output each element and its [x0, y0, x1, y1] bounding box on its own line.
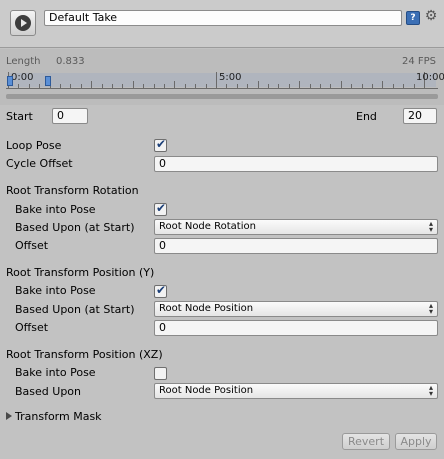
- ruler-tick: [236, 84, 238, 88]
- dropdown-arrows-icon: ▴ ▾: [428, 219, 433, 234]
- checkmark-icon: ✔: [156, 283, 167, 297]
- ruler-tick: [164, 84, 165, 88]
- ruler-tick: [132, 81, 134, 88]
- ruler-tick: [268, 84, 269, 88]
- foldout-arrow-icon[interactable]: [6, 412, 12, 420]
- ruler-tick: [278, 84, 280, 88]
- position-y-bake-label: Bake into Pose: [15, 284, 96, 297]
- rotation-bake-label: Bake into Pose: [15, 203, 96, 216]
- ruler-tick: [91, 81, 93, 88]
- position-y-offset-label: Offset: [15, 321, 49, 334]
- start-field[interactable]: 0: [52, 108, 88, 124]
- ruler-tick: [39, 84, 41, 88]
- checkmark-icon: ✔: [156, 201, 167, 215]
- ruler-tick: [122, 84, 124, 88]
- end-field[interactable]: 20: [403, 108, 437, 124]
- position-xz-bake-checkbox[interactable]: [154, 367, 167, 380]
- ruler-tick: [216, 72, 217, 88]
- position-xz-section-title: Root Transform Position (XZ): [6, 348, 163, 361]
- cycle-offset-field[interactable]: 0: [154, 156, 438, 172]
- revert-button[interactable]: Revert: [342, 433, 390, 450]
- timeline: Length 0.833 24 FPS 0:00 5:00 10:00: [0, 49, 444, 105]
- position-xz-based-upon-dropdown[interactable]: Root Node Position ▴ ▾: [154, 383, 438, 399]
- rotation-based-upon-label: Based Upon (at Start): [15, 221, 135, 234]
- start-label: Start: [6, 110, 33, 123]
- ruler-tick: [205, 84, 207, 88]
- ruler-tick: [330, 84, 332, 88]
- ruler-tick: [382, 81, 384, 88]
- ruler-tick: [320, 84, 321, 88]
- dropdown-arrows-icon: ▴ ▾: [428, 383, 433, 398]
- position-xz-based-upon-value: Root Node Position: [159, 385, 254, 396]
- ruler-tick: [70, 84, 72, 88]
- position-y-based-upon-label: Based Upon (at Start): [15, 303, 135, 316]
- ruler-tick: [257, 81, 259, 88]
- position-y-section-title: Root Transform Position (Y): [6, 266, 155, 279]
- ruler-tick: [413, 84, 415, 88]
- rotation-bake-checkbox[interactable]: ✔: [154, 201, 167, 216]
- gear-icon[interactable]: ⚙: [423, 8, 439, 24]
- position-xz-bake-label: Bake into Pose: [15, 366, 96, 379]
- ruler-tick: [372, 84, 373, 88]
- position-y-bake-checkbox[interactable]: ✔: [154, 283, 167, 298]
- rotation-based-upon-value: Root Node Rotation: [159, 221, 256, 232]
- ruler-tick: [174, 81, 176, 88]
- play-preview-button[interactable]: [10, 10, 36, 36]
- ruler-tick: [195, 84, 197, 88]
- ruler-tick-label: 5:00: [219, 72, 242, 83]
- ruler-tick: [153, 84, 155, 88]
- ruler-tick: [288, 84, 290, 88]
- rotation-based-upon-dropdown[interactable]: Root Node Rotation ▴ ▾: [154, 219, 438, 235]
- position-y-offset-field[interactable]: 0: [154, 320, 438, 336]
- ruler-tick: [340, 81, 342, 88]
- rotation-section-title: Root Transform Rotation: [6, 184, 139, 197]
- ruler-tick: [143, 84, 145, 88]
- ruler-tick: [247, 84, 249, 88]
- ruler-tick: [392, 84, 394, 88]
- end-marker[interactable]: [45, 76, 51, 86]
- apply-button[interactable]: Apply: [395, 433, 437, 450]
- transform-mask-foldout[interactable]: Transform Mask: [15, 410, 102, 423]
- ruler-tick: [18, 84, 20, 88]
- take-name-field[interactable]: Default Take: [44, 10, 402, 26]
- rotation-offset-field[interactable]: 0: [154, 238, 438, 254]
- loop-pose-label: Loop Pose: [6, 139, 62, 152]
- timeline-ruler[interactable]: 0:00 5:00 10:00: [6, 71, 444, 89]
- ruler-tick: [184, 84, 186, 88]
- ruler-tick: [299, 81, 301, 88]
- loop-pose-checkbox[interactable]: ✔: [154, 137, 167, 152]
- ruler-tick: [351, 84, 353, 88]
- timeline-scrollbar[interactable]: [6, 94, 438, 99]
- dropdown-arrows-icon: ▴ ▾: [428, 301, 433, 316]
- help-icon[interactable]: ?: [406, 11, 420, 25]
- ruler-tick-label: 10:00: [416, 72, 444, 83]
- fps-label: 24 FPS: [401, 56, 436, 67]
- ruler-tick: [60, 84, 61, 88]
- length-value: 0.833: [56, 56, 85, 67]
- position-y-based-upon-value: Root Node Position: [159, 303, 254, 314]
- ruler-tick-label: 0:00: [11, 72, 34, 83]
- ruler-tick: [226, 84, 228, 88]
- ruler-tick: [112, 84, 113, 88]
- start-marker[interactable]: [7, 76, 13, 86]
- ruler-tick: [101, 84, 103, 88]
- position-xz-based-upon-label: Based Upon: [15, 385, 81, 398]
- rotation-offset-label: Offset: [15, 239, 49, 252]
- checkmark-icon: ✔: [156, 137, 167, 151]
- length-label: Length: [6, 56, 41, 67]
- ruler-tick: [403, 84, 405, 88]
- ruler-tick: [309, 84, 311, 88]
- end-label: End: [356, 110, 377, 123]
- take-header: Default Take ? ⚙: [0, 0, 444, 48]
- play-icon: [15, 15, 31, 31]
- ruler-tick: [361, 84, 363, 88]
- cycle-offset-label: Cycle Offset: [6, 157, 73, 170]
- ruler-tick: [28, 84, 30, 88]
- ruler-tick: [80, 84, 82, 88]
- position-y-based-upon-dropdown[interactable]: Root Node Position ▴ ▾: [154, 301, 438, 317]
